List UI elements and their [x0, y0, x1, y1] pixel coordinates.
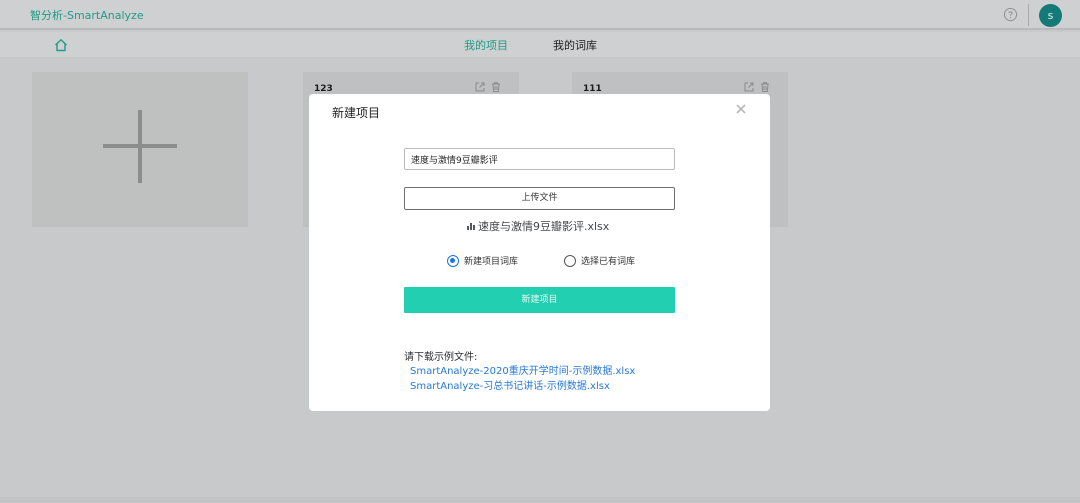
tab-my-lexicon[interactable]: 我的词库: [553, 37, 597, 53]
upload-file-button[interactable]: 上传文件: [404, 187, 675, 210]
plus-icon-bar: [103, 144, 177, 148]
help-icon[interactable]: [1003, 7, 1018, 22]
header-divider: [1028, 4, 1029, 26]
close-icon[interactable]: [734, 102, 748, 116]
new-project-dialog: 新建项目 上传文件 速度与激情9豆瓣影评.xlsx 新建项目词库 选择已有词库 …: [309, 94, 770, 411]
sample-file-link[interactable]: SmartAnalyze-习总书记讲话-示例数据.xlsx: [410, 377, 610, 392]
avatar[interactable]: s: [1039, 4, 1062, 27]
download-instructions: 请下载示例文件:: [404, 352, 478, 363]
radio-button[interactable]: [564, 254, 576, 267]
sample-file-link[interactable]: SmartAnalyze-2020重庆开学时间-示例数据.xlsx: [410, 362, 635, 377]
project-title: 111: [583, 84, 602, 94]
bar-chart-icon: [467, 223, 475, 230]
bottom-strip: [0, 497, 1080, 503]
radio-new-lexicon[interactable]: 新建项目词库: [447, 254, 518, 267]
home-icon[interactable]: [54, 38, 68, 52]
radio-label: 新建项目词库: [464, 257, 519, 267]
nav-bar: 我的项目 我的词库: [0, 32, 1080, 57]
uploaded-file-name: 速度与激情9豆瓣影评.xlsx: [478, 220, 610, 233]
uploaded-file: 速度与激情9豆瓣影评.xlsx: [466, 218, 609, 234]
radio-button[interactable]: [447, 254, 459, 267]
tab-my-projects[interactable]: 我的项目: [464, 37, 508, 53]
app-brand[interactable]: 智分析-SmartAnalyze: [30, 7, 144, 23]
open-external-icon[interactable]: [474, 81, 486, 93]
create-project-button[interactable]: 新建项目: [404, 287, 675, 313]
open-external-icon[interactable]: [743, 81, 755, 93]
radio-label: 选择已有词库: [581, 257, 636, 267]
trash-icon[interactable]: [759, 81, 771, 93]
dialog-title: 新建项目: [332, 106, 381, 120]
radio-existing-lexicon[interactable]: 选择已有词库: [564, 254, 635, 267]
project-title: 123: [314, 84, 333, 94]
top-bar: 智分析-SmartAnalyze s: [0, 0, 1080, 30]
project-name-input[interactable]: [404, 148, 675, 170]
add-project-card[interactable]: [32, 72, 248, 227]
trash-icon[interactable]: [490, 81, 502, 93]
